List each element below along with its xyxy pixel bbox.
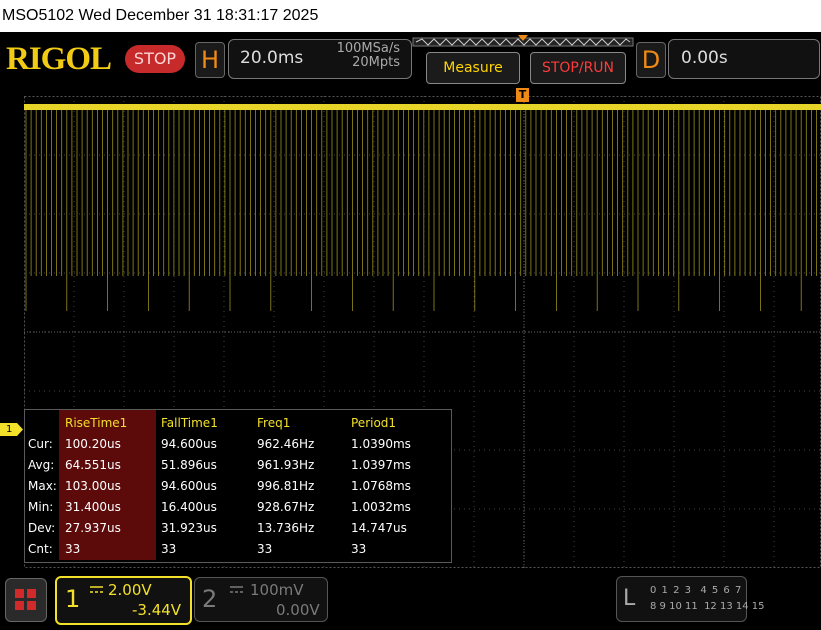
measurement-value: 31.923us (161, 521, 217, 535)
logic-analyzer-letter: L (623, 586, 636, 611)
channel1-trace-pulses (25, 110, 817, 311)
sample-rate: 100MSa/s (336, 41, 400, 56)
measurement-value: 1.0397ms (351, 458, 411, 472)
title-text: MSO5102 Wed December 31 18:31:17 2025 (2, 7, 319, 24)
measurement-value: 996.81Hz (257, 479, 315, 493)
measurement-value: 94.600us (161, 437, 217, 451)
measurement-value: 962.46Hz (257, 437, 315, 451)
channel1-trace-top (24, 104, 821, 110)
delay-value: 0.00s (681, 48, 728, 68)
menu-grid-icon (15, 589, 36, 610)
logic-channels-row1: 0 1 2 3 4 5 6 7 (650, 585, 743, 596)
measurement-value: 33 (65, 542, 81, 556)
measurement-row-label: Dev: (28, 521, 56, 535)
measurement-value: 64.551us (65, 458, 121, 472)
measurement-value: 33 (351, 542, 367, 556)
measurement-value: 33 (257, 542, 273, 556)
measurement-value: 1.0390ms (351, 437, 411, 451)
channel2-coupling-icon (230, 586, 243, 593)
measurement-value: 13.736Hz (257, 521, 315, 535)
dc-coupling-icon (90, 586, 103, 593)
measurement-value: 27.937us (65, 521, 121, 535)
rigol-logo: RIGOL (6, 41, 112, 77)
stop-run-button[interactable]: STOP/RUN (530, 52, 626, 84)
channel1-pulse-lines (25, 110, 817, 311)
memory-depth: 20Mpts (352, 55, 400, 70)
channel2-scale: 100mV (250, 581, 304, 599)
measurement-row-label: Min: (28, 500, 54, 514)
main-menu-button[interactable] (5, 578, 47, 622)
measurement-table[interactable]: Cur: Avg: Max: Min: Dev: Cnt: RiseTime1 100.20u… (24, 409, 452, 563)
measurement-value: 1.0768ms (351, 479, 411, 493)
measurement-value: 14.747us (351, 521, 407, 535)
measurement-value: 94.600us (161, 479, 217, 493)
measurement-column-header[interactable]: Freq1 (257, 416, 290, 430)
measurement-value: 16.400us (161, 500, 217, 514)
trigger-position-marker[interactable]: T (516, 88, 529, 102)
horizontal-menu-button[interactable]: H (195, 42, 225, 78)
channel1-number: 1 (65, 585, 81, 613)
measure-button[interactable]: Measure (426, 52, 520, 84)
measurement-value: 1.0032ms (351, 500, 411, 514)
channel2-offset: 0.00V (276, 601, 320, 619)
run-status-badge[interactable]: STOP (125, 45, 185, 73)
measurement-value: 961.93Hz (257, 458, 315, 472)
channel1-marker-label: 1 (6, 424, 13, 435)
measurement-value: 31.400us (65, 500, 121, 514)
measurement-value: 33 (161, 542, 177, 556)
measurement-column-header[interactable]: FallTime1 (161, 416, 218, 430)
channel1-scale: 2.00V (108, 581, 152, 599)
measurement-row-label: Avg: (28, 458, 55, 472)
measurement-row-label: Max: (28, 479, 57, 493)
sample-rate-info: 100MSa/s 20Mpts (318, 42, 400, 70)
measurement-value: 51.896us (161, 458, 217, 472)
logic-channels-row2: 8 9 10 11 12 13 14 15 (650, 601, 765, 612)
measurement-column-header[interactable]: RiseTime1 (65, 416, 127, 430)
measurement-row-label: Cur: (28, 437, 53, 451)
measurement-column-header[interactable]: Period1 (351, 416, 396, 430)
measurement-value: 100.20us (65, 437, 121, 451)
channel2-number: 2 (202, 585, 218, 613)
title-bar: MSO5102 Wed December 31 18:31:17 2025 (0, 0, 821, 32)
measurement-value: 103.00us (65, 479, 121, 493)
logic-analyzer-button[interactable] (616, 576, 747, 622)
measurement-value: 928.67Hz (257, 500, 315, 514)
timebase-value: 20.0ms (240, 48, 304, 68)
delay-menu-button[interactable]: D (636, 42, 666, 78)
measurement-row-label: Cnt: (28, 542, 53, 556)
channel1-offset: -3.44V (132, 601, 182, 619)
waveform-position-bar[interactable] (412, 34, 634, 52)
